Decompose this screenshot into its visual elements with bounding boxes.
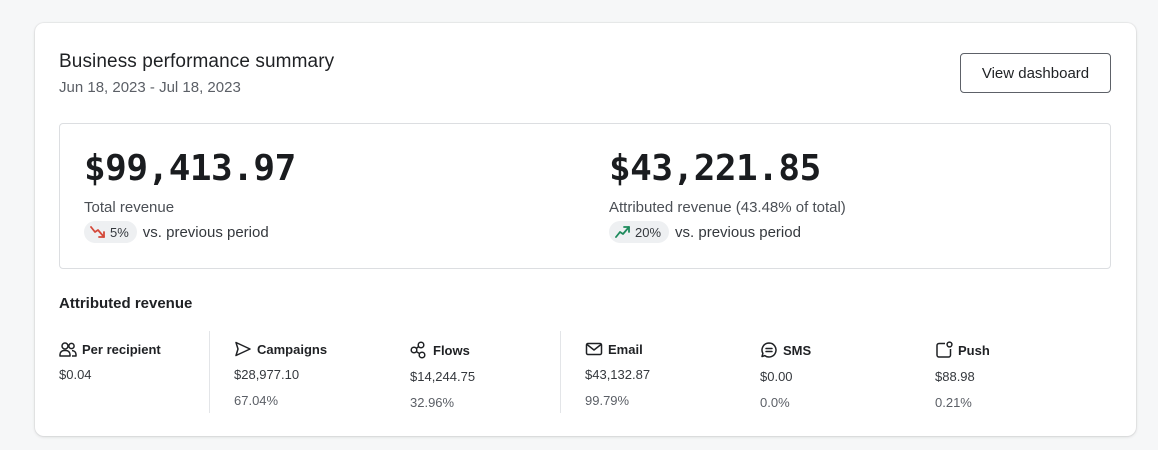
attributed-revenue-trend: 20% vs. previous period xyxy=(609,221,801,243)
divider xyxy=(209,331,210,413)
divider xyxy=(560,331,561,413)
date-range: Jun 18, 2023 - Jul 18, 2023 xyxy=(59,79,241,96)
metric-flows: Flows $14,244.75 32.96% xyxy=(410,341,475,410)
metric-percent: 99.79% xyxy=(585,393,630,408)
metric-percent: 0.0% xyxy=(760,395,790,410)
metric-label: Flows xyxy=(433,342,470,358)
metric-value: $88.98 xyxy=(935,369,975,384)
metric-per-recipient: Per recipient $0.04 xyxy=(59,341,161,383)
metric-campaigns: Campaigns $28,977.10 67.04% xyxy=(234,341,328,409)
page-title: Business performance summary xyxy=(59,51,335,72)
attributed-revenue-value: $43,221.85 xyxy=(609,148,821,189)
metric-label: Email xyxy=(608,341,643,357)
revenue-overview-box: $99,413.97 Total revenue 5% vs. previous… xyxy=(59,123,1111,269)
metric-value: $0.00 xyxy=(760,369,793,384)
metric-value: $28,977.10 xyxy=(234,367,300,382)
metric-label: Push xyxy=(958,342,990,358)
trend-up-badge: 20% xyxy=(609,221,670,243)
metric-sms: SMS $0.00 0.0% xyxy=(760,341,811,410)
mail-icon xyxy=(585,342,603,356)
metric-percent: 32.96% xyxy=(410,395,455,410)
metric-label: Campaigns xyxy=(257,341,328,357)
sms-icon xyxy=(761,342,777,358)
trend-up-value: 20% xyxy=(635,224,662,240)
send-icon xyxy=(235,341,251,357)
metric-label: Per recipient xyxy=(82,341,161,357)
business-summary-card: Business performance summary Jun 18, 202… xyxy=(35,23,1136,436)
comparison-text: vs. previous period xyxy=(142,223,269,241)
metric-push: Push $88.98 0.21% xyxy=(935,341,990,410)
attributed-revenue-heading: Attributed revenue xyxy=(59,295,193,312)
metric-label: SMS xyxy=(783,342,812,358)
trend-down-badge: 5% xyxy=(84,221,137,243)
push-icon xyxy=(936,341,953,358)
trend-down-icon xyxy=(90,226,105,238)
total-revenue-trend: 5% vs. previous period xyxy=(84,221,269,243)
total-revenue-value: $99,413.97 xyxy=(84,148,296,189)
trend-up-icon xyxy=(615,226,630,238)
metric-percent: 67.04% xyxy=(234,393,279,408)
metric-value: $43,132.87 xyxy=(585,367,651,382)
metric-value: $14,244.75 xyxy=(410,369,476,384)
view-dashboard-button[interactable]: View dashboard xyxy=(960,53,1111,93)
metric-email: Email $43,132.87 99.79% xyxy=(585,341,651,409)
metric-value: $0.04 xyxy=(59,367,92,382)
trend-down-value: 5% xyxy=(110,224,129,240)
people-icon xyxy=(59,342,77,357)
flows-icon xyxy=(410,341,426,359)
attributed-revenue-label: Attributed revenue (43.48% of total) xyxy=(609,199,846,216)
comparison-text: vs. previous period xyxy=(675,223,801,241)
total-revenue-label: Total revenue xyxy=(84,199,175,216)
metric-percent: 0.21% xyxy=(935,395,972,410)
